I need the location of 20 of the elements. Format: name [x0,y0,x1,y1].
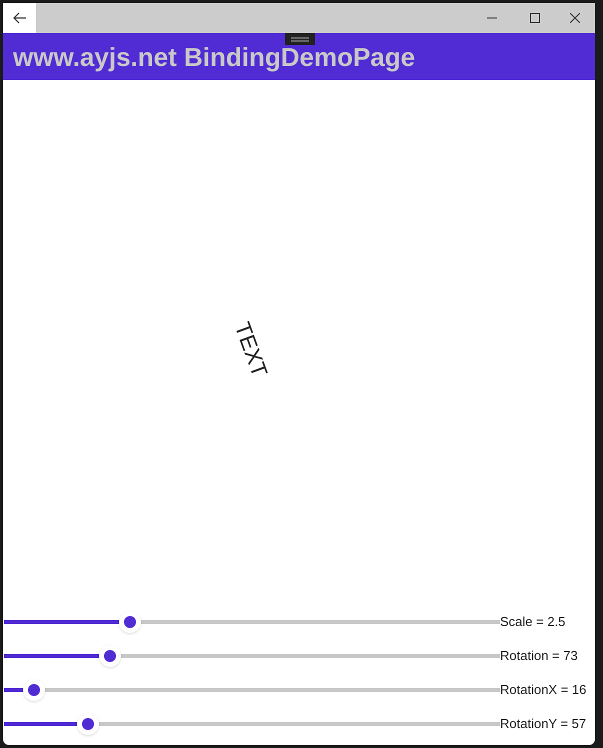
slider[interactable] [4,645,500,667]
slider-label: RotationY = 57 [500,715,586,734]
slider-thumb[interactable] [77,713,100,735]
slider-thumb[interactable] [23,679,46,701]
back-button[interactable] [3,3,36,33]
close-icon [570,13,580,23]
rotated-text: TEXT [228,318,274,382]
slider-label: Scale = 2.5 [500,613,566,632]
slider-thumb[interactable] [99,645,122,667]
minimize-icon [487,17,497,19]
slider-thumb[interactable] [119,611,142,633]
slider-label: Rotation = 73 [500,647,578,666]
drag-handle-icon[interactable] [285,33,315,45]
slider-label: RotationX = 16 [500,681,586,700]
slider[interactable] [4,713,500,735]
slider[interactable] [4,611,500,633]
page-title: www.ayjs.net BindingDemoPage [13,44,416,70]
slider[interactable] [4,679,500,701]
maximize-icon [530,13,540,23]
back-arrow-icon [12,12,26,24]
